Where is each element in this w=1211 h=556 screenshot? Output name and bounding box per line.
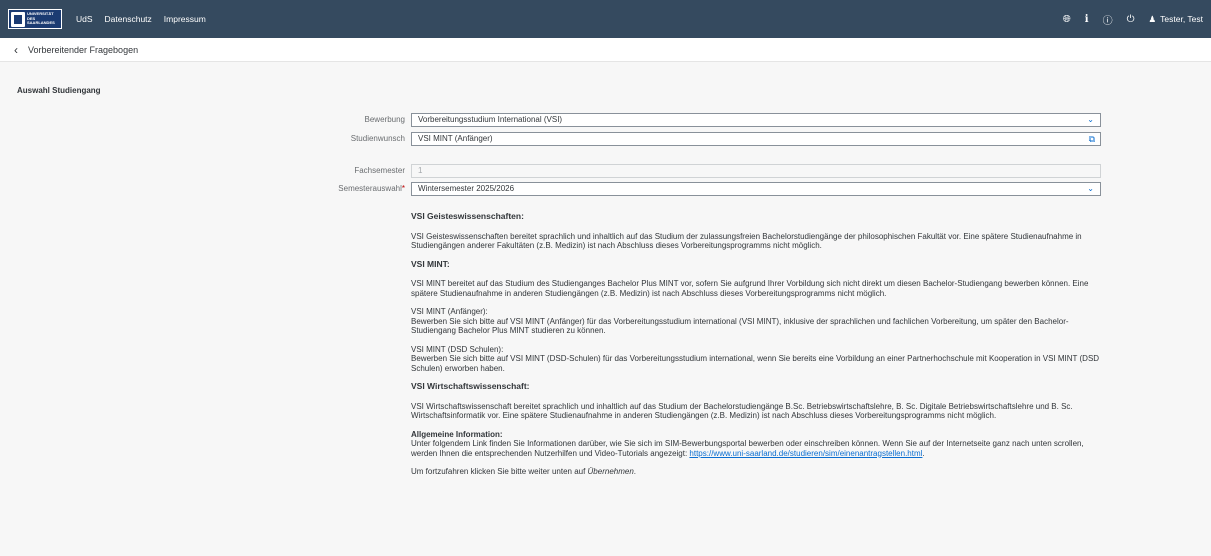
- mint-dsd-block: VSI MINT (DSD Schulen): Bewerben Sie sic…: [411, 345, 1111, 374]
- studienwunsch-value: VSI MINT (Anfänger): [418, 134, 493, 143]
- shell-actions: 🌐︎ i ⓘ︎ ⏻︎ ♟︎ Tester, Test: [1063, 12, 1203, 27]
- text-geisteswissenschaften: VSI Geisteswissenschaften bereitet sprac…: [411, 231, 1082, 251]
- shell-nav: UdS Datenschutz Impressum: [76, 14, 206, 24]
- heading-wirtschaft: VSI Wirtschaftswissenschaft:: [411, 381, 530, 391]
- mint-anfaenger-title: VSI MINT (Anfänger):: [411, 307, 488, 316]
- value-help-icon[interactable]: ⧉: [1089, 133, 1095, 145]
- logo-text: UNIVERSITÄT DES SAARLANDES: [27, 11, 55, 26]
- power-icon[interactable]: ⏻︎: [1127, 14, 1135, 25]
- info-icon[interactable]: i: [1085, 14, 1089, 25]
- row-bewerbung: Bewerbung Vorbereitungsstudium Internati…: [0, 113, 1211, 127]
- chevron-down-icon[interactable]: ⌄: [1087, 183, 1094, 195]
- mint-dsd-text: Bewerben Sie sich bitte auf VSI MINT (DS…: [411, 354, 1100, 373]
- semesterauswahl-label: Semesterauswahl*: [338, 184, 405, 193]
- nav-impressum[interactable]: Impressum: [164, 14, 206, 24]
- studienwunsch-input[interactable]: VSI MINT (Anfänger) ⧉: [411, 132, 1101, 146]
- mint-anfaenger-text: Bewerben Sie sich bitte auf VSI MINT (An…: [411, 316, 1069, 336]
- continue-hint: Um fortzufahren klicken Sie bitte weiter…: [411, 467, 637, 476]
- page-header: ‹ Vorbereitender Fragebogen: [0, 38, 1211, 62]
- chevron-left-icon[interactable]: ‹: [14, 43, 18, 57]
- info-text: VSI Geisteswissenschaften: VSI Geisteswi…: [411, 211, 1111, 486]
- fachsemester-label: Fachsemester: [354, 166, 405, 175]
- user-name: Tester, Test: [1160, 14, 1203, 24]
- bewerbung-select[interactable]: Vorbereitungsstudium International (VSI)…: [411, 113, 1101, 127]
- fachsemester-input: 1: [411, 164, 1101, 178]
- bewerbung-label: Bewerbung: [364, 115, 405, 124]
- fachsemester-value: 1: [418, 166, 423, 175]
- row-studienwunsch: Studienwunsch VSI MINT (Anfänger) ⧉: [0, 132, 1211, 146]
- shell-bar: UNIVERSITÄT DES SAARLANDES UdS Datenschu…: [0, 0, 1211, 38]
- text-wirtschaft: VSI Wirtschaftswissenschaft bereitet spr…: [411, 401, 1073, 421]
- info-link[interactable]: https://www.uni-saarland.de/studieren/si…: [689, 449, 922, 458]
- row-semesterauswahl: Semesterauswahl* Wintersemester 2025/202…: [0, 182, 1211, 196]
- text-mint: VSI MINT bereitet auf das Studium des St…: [411, 279, 1089, 298]
- uebernehmen-emphasis: Übernehmen: [587, 467, 634, 476]
- globe-icon[interactable]: 🌐︎: [1063, 14, 1071, 25]
- semesterauswahl-value: Wintersemester 2025/2026: [418, 184, 515, 193]
- row-fachsemester: Fachsemester 1: [0, 164, 1211, 178]
- section-title: Auswahl Studiengang: [17, 86, 101, 95]
- mint-dsd-title: VSI MINT (DSD Schulen):: [411, 344, 504, 354]
- nav-datenschutz[interactable]: Datenschutz: [105, 14, 152, 24]
- university-logo[interactable]: UNIVERSITÄT DES SAARLANDES: [8, 9, 62, 29]
- mint-anfaenger-block: VSI MINT (Anfänger): Bewerben Sie sich b…: [411, 307, 1111, 336]
- nav-uds[interactable]: UdS: [76, 14, 93, 24]
- crest-icon: [11, 11, 25, 27]
- user-menu[interactable]: ♟︎ Tester, Test: [1149, 14, 1203, 25]
- studienwunsch-label: Studienwunsch: [350, 134, 405, 143]
- chevron-down-icon[interactable]: ⌄: [1087, 114, 1094, 126]
- user-icon: ♟︎: [1148, 13, 1157, 24]
- page-title: Vorbereitender Fragebogen: [28, 44, 139, 55]
- heading-geisteswissenschaften: VSI Geisteswissenschaften:: [411, 211, 524, 221]
- bewerbung-value: Vorbereitungsstudium International (VSI): [418, 115, 563, 124]
- allgemeine-info-block: Allgemeine Information: Unter folgendem …: [411, 430, 1111, 459]
- help-icon[interactable]: ⓘ︎: [1103, 12, 1113, 27]
- required-marker: *: [401, 184, 405, 193]
- heading-mint: VSI MINT:: [411, 258, 450, 269]
- allgemeine-info-title: Allgemeine Information:: [411, 429, 503, 439]
- semesterauswahl-select[interactable]: Wintersemester 2025/2026 ⌄: [411, 182, 1101, 196]
